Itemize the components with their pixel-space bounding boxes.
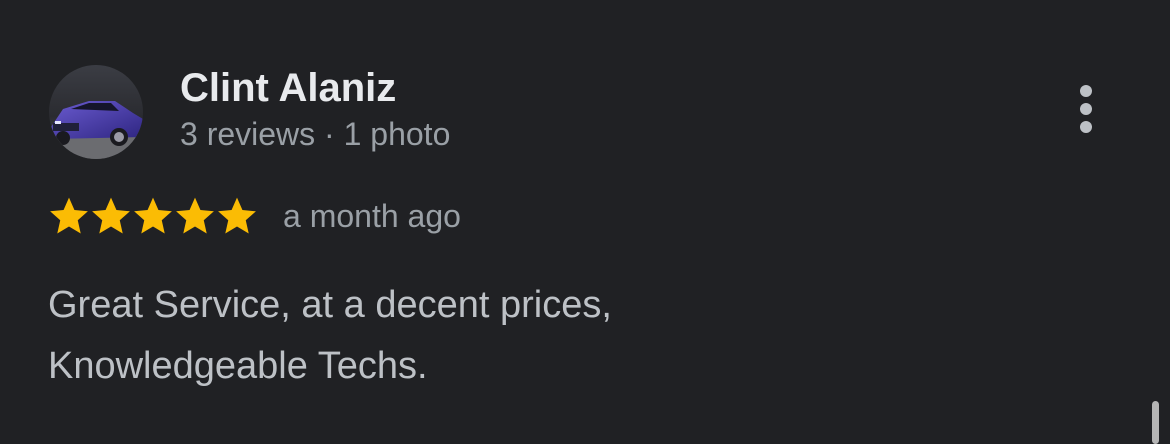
review-text-line: Knowledgeable Techs. <box>48 345 428 387</box>
reviewer-name[interactable]: Clint Alaniz <box>180 65 396 111</box>
review-date: a month ago <box>283 198 461 234</box>
avatar-car-photo-icon <box>49 65 143 159</box>
star-icon <box>50 197 88 234</box>
star-icon <box>92 197 130 234</box>
review-card: Clint Alaniz 3 reviews · 1 photo a month… <box>0 0 1170 444</box>
review-text: Great Service, at a decent prices, Knowle… <box>48 275 1048 397</box>
more-options-button[interactable] <box>1066 82 1106 138</box>
more-vert-icon <box>1080 85 1092 133</box>
star-icon <box>218 197 256 234</box>
reviewer-avatar[interactable] <box>49 65 143 159</box>
rating-row: a month ago <box>48 193 461 239</box>
reviewer-meta[interactable]: 3 reviews · 1 photo <box>180 114 450 154</box>
star-rating <box>48 195 258 237</box>
star-icon <box>176 197 214 234</box>
review-text-line: Great Service, at a decent prices, <box>48 284 612 326</box>
star-icon <box>134 197 172 234</box>
scrollbar[interactable] <box>1152 401 1159 444</box>
